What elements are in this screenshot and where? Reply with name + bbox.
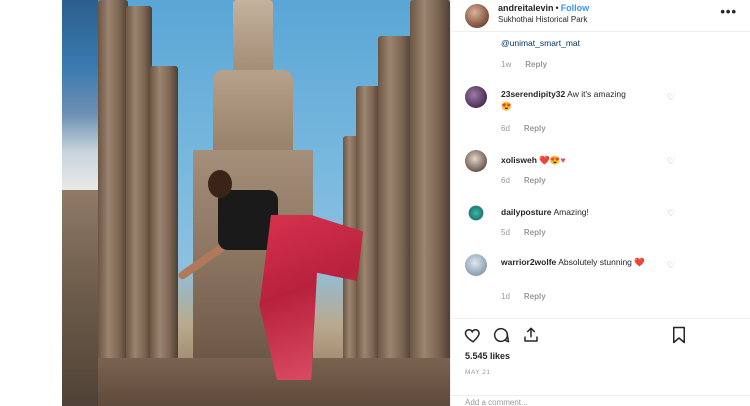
- like-comment-heart-icon[interactable]: ♡: [667, 260, 675, 271]
- commenter-avatar[interactable]: [465, 150, 487, 172]
- previous-post-image: [62, 0, 98, 190]
- follow-button[interactable]: Follow: [561, 3, 590, 13]
- comment-emoji: 😍: [501, 101, 512, 111]
- author-username[interactable]: andreitalevin: [498, 3, 554, 13]
- comment-time: 5d: [501, 228, 510, 237]
- pillar: [150, 66, 178, 406]
- add-comment-placeholder: Add a comment...: [465, 398, 528, 406]
- post-photo[interactable]: [98, 0, 450, 406]
- previous-post-thumbnail[interactable]: [62, 0, 98, 406]
- caption-time: 1w: [501, 60, 512, 69]
- post-actions: 5.545 likes MAY 21 Add a comment...: [451, 318, 750, 406]
- separator-dot: •: [555, 3, 559, 13]
- background-left: [0, 0, 62, 406]
- like-heart-icon-svg: [464, 328, 480, 343]
- reply-button[interactable]: Reply: [524, 228, 546, 237]
- save-bookmark-icon-svg: [673, 326, 685, 344]
- caption-mention[interactable]: @unimat_smart_mat: [501, 38, 580, 48]
- add-comment-field[interactable]: Add a comment...: [451, 395, 750, 406]
- reply-button[interactable]: Reply: [524, 124, 546, 133]
- post-location[interactable]: Sukhothai Historical Park: [498, 15, 587, 24]
- comment-emoji: ❤️😍♥: [539, 155, 566, 165]
- pillar: [378, 36, 412, 406]
- comment-username[interactable]: warrior2wolfe: [501, 257, 556, 267]
- comment-body: Amazing!: [553, 207, 589, 217]
- pillar: [98, 0, 128, 406]
- comment-bubble-icon-svg: [493, 327, 510, 343]
- comment-username[interactable]: dailyposture: [501, 207, 552, 217]
- comment-meta: 6d Reply: [501, 124, 546, 133]
- save-bookmark-icon[interactable]: [669, 325, 689, 345]
- post-date: MAY 21: [465, 369, 491, 376]
- commenter-avatar[interactable]: [465, 254, 487, 276]
- comment-username[interactable]: xolisweh: [501, 155, 537, 165]
- reply-button[interactable]: Reply: [524, 292, 546, 301]
- comment-time: 1d: [501, 292, 510, 301]
- comment-bubble-icon[interactable]: [491, 325, 511, 345]
- comment-meta: 6d Reply: [501, 176, 546, 185]
- previous-post-image-lower: [62, 190, 98, 406]
- comment-meta: 1d Reply: [501, 292, 546, 301]
- commenter-avatar[interactable]: [465, 86, 487, 108]
- likes-count[interactable]: 5.545 likes: [465, 351, 510, 361]
- comment-emoji: ❤️: [634, 257, 645, 267]
- author-line: andreitalevin • Follow: [498, 3, 589, 13]
- post-side-panel: andreitalevin • Follow Sukhothai Historica…: [450, 0, 750, 406]
- temple-spire: [233, 0, 273, 80]
- post-header: andreitalevin • Follow Sukhothai Historica…: [451, 0, 750, 32]
- comment-meta: 5d Reply: [501, 228, 546, 237]
- commenter-avatar[interactable]: [465, 202, 487, 224]
- share-icon[interactable]: [521, 325, 541, 345]
- share-icon-svg: [524, 327, 538, 342]
- author-avatar[interactable]: [465, 4, 489, 28]
- comment-time: 6d: [501, 176, 510, 185]
- dancer-head: [208, 170, 232, 198]
- pillar: [126, 6, 152, 406]
- reply-button[interactable]: Reply: [524, 176, 546, 185]
- like-comment-heart-icon[interactable]: ♡: [667, 92, 675, 103]
- like-heart-icon[interactable]: [463, 325, 483, 345]
- like-comment-heart-icon[interactable]: ♡: [667, 156, 675, 167]
- caption-meta: 1w Reply: [501, 60, 547, 69]
- comment-username[interactable]: 23serendipity32: [501, 89, 565, 99]
- comment-body: Aw it's amazing: [567, 89, 626, 99]
- comment-body: Absolutely stunning: [558, 257, 632, 267]
- reply-button[interactable]: Reply: [525, 60, 547, 69]
- more-options-icon[interactable]: •••: [720, 4, 737, 19]
- like-comment-heart-icon[interactable]: ♡: [667, 208, 675, 219]
- pillar: [410, 0, 450, 406]
- comment-time: 6d: [501, 124, 510, 133]
- temple-tower: [213, 70, 293, 160]
